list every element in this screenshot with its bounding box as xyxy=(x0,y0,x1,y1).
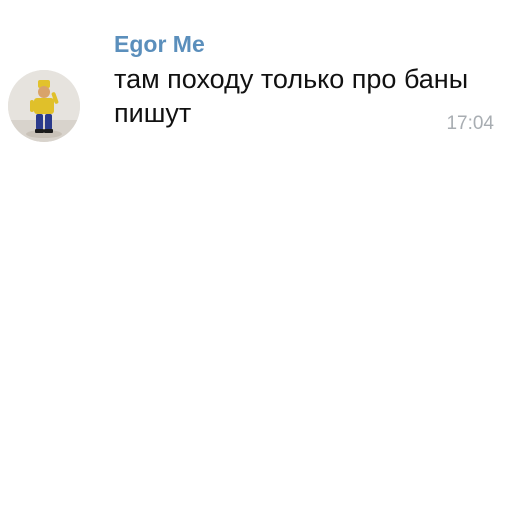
sender-avatar[interactable] xyxy=(8,70,80,142)
avatar-image xyxy=(8,70,80,142)
sender-name[interactable]: Egor Me xyxy=(114,30,205,58)
chat-window: Egor Me там походу только про баны пишут… xyxy=(0,0,512,512)
message-timestamp: 17:04 xyxy=(446,113,494,134)
message-row: Egor Me там походу только про баны пишут… xyxy=(0,0,512,150)
message-bubble[interactable]: Egor Me там походу только про баны пишут… xyxy=(96,16,502,144)
message-text: там походу только про баны пишут xyxy=(114,64,469,128)
